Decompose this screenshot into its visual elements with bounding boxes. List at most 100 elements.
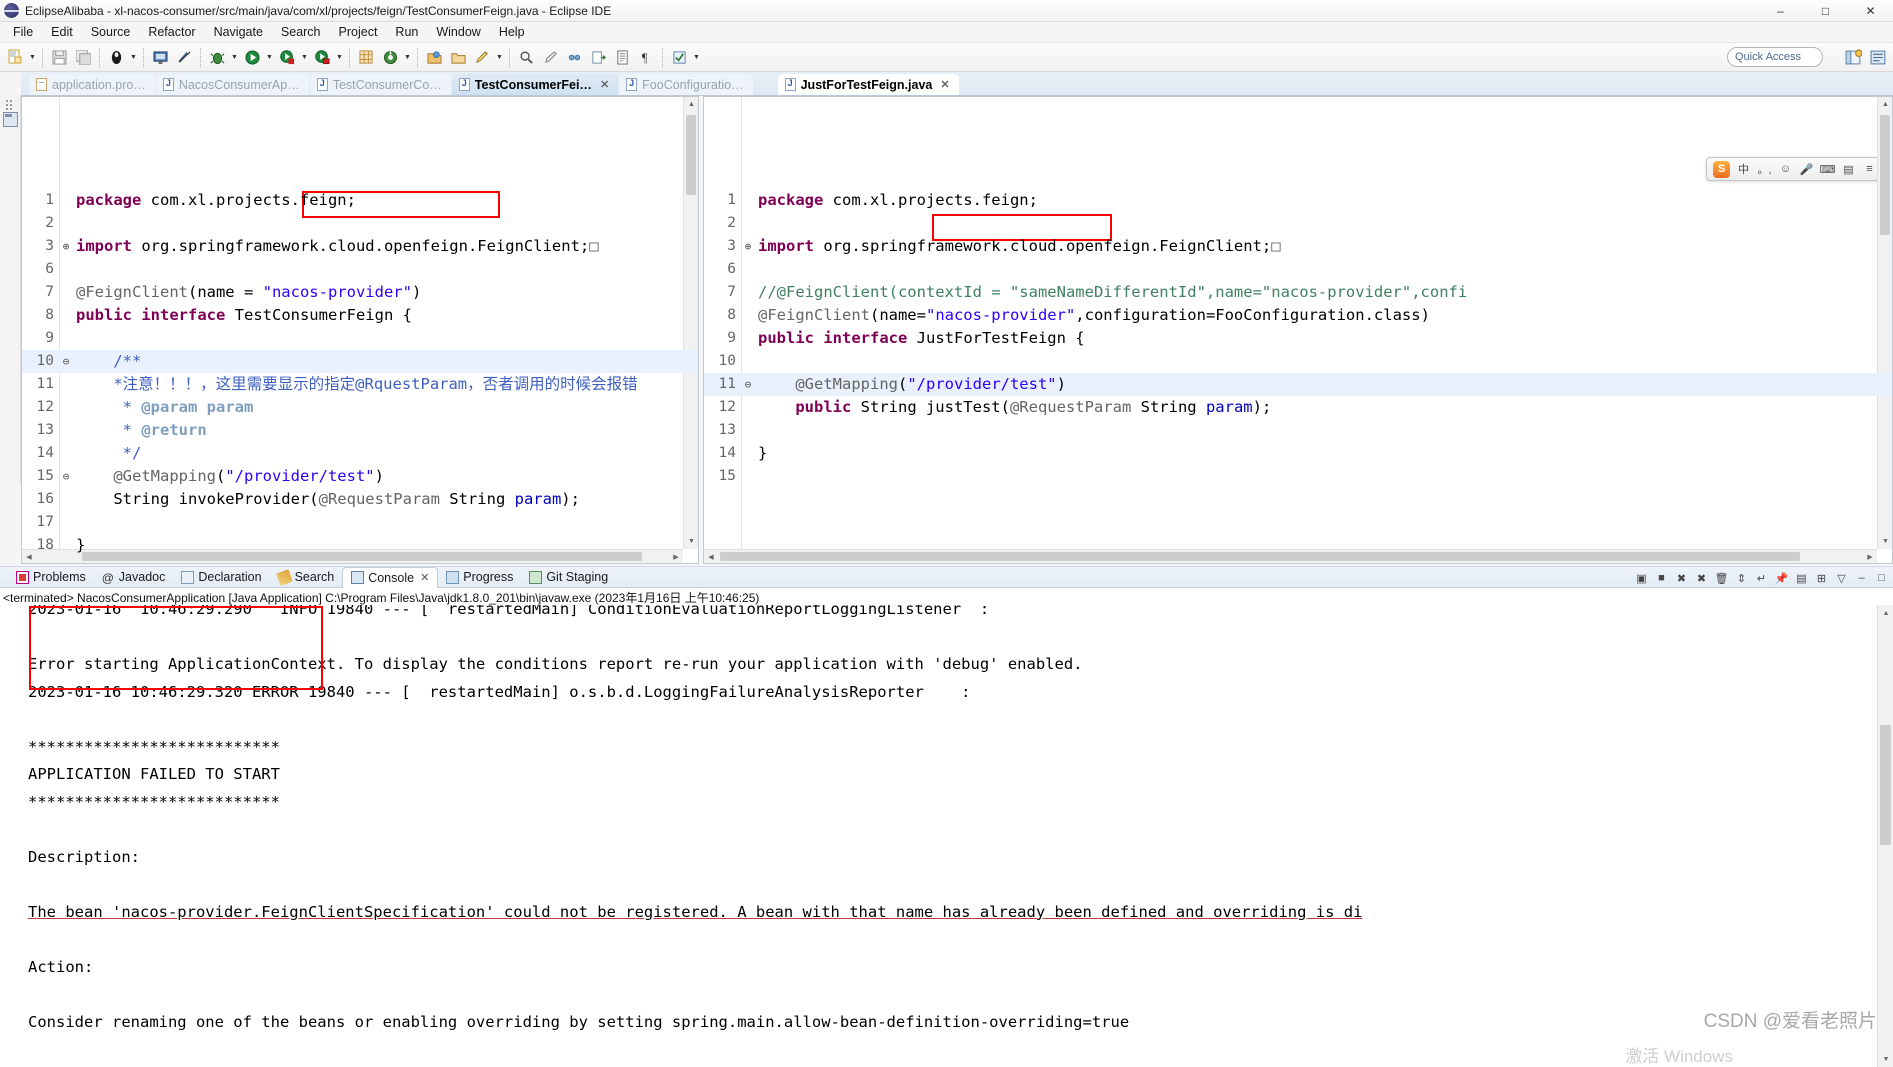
new-file-dropdown-arrow[interactable]: ▼ — [27, 46, 38, 69]
close-button[interactable]: ✕ — [1848, 0, 1893, 22]
save-all-icon[interactable] — [72, 46, 94, 69]
menu-icon[interactable]: ≡ — [1862, 162, 1877, 177]
fold-marker-icon[interactable]: ⊖ — [60, 350, 72, 373]
next-edit-icon[interactable] — [587, 46, 609, 69]
scrollbar-thumb[interactable] — [720, 552, 1800, 561]
new-class-icon[interactable] — [379, 46, 401, 69]
editor-tab-application-properties[interactable]: application.pro… — [29, 74, 155, 95]
open-console-icon[interactable]: ⊞ — [1812, 569, 1831, 588]
run-external-dropdown-arrow[interactable]: ▼ — [299, 46, 310, 69]
link-icon[interactable] — [563, 46, 585, 69]
display-selected-console-icon[interactable]: ▤ — [1792, 569, 1811, 588]
scroll-up-arrow-icon[interactable]: ▲ — [684, 97, 698, 112]
scroll-left-arrow-icon[interactable]: ◀ — [704, 550, 718, 563]
run-secure-icon[interactable] — [311, 46, 333, 69]
fold-marker-icon[interactable]: ⊕ — [742, 235, 754, 258]
open-type-icon[interactable] — [423, 46, 445, 69]
drag-grip-icon[interactable] — [5, 99, 16, 114]
bottom-tab-search[interactable]: Search — [270, 567, 343, 588]
pilcrow-icon[interactable]: ¶ — [635, 46, 657, 69]
remove-all-terminated-icon[interactable]: ✖ — [1692, 569, 1711, 588]
bottom-tab-git-staging[interactable]: Git Staging — [521, 567, 616, 588]
scroll-down-arrow-icon[interactable]: ▼ — [1878, 1051, 1893, 1067]
menu-file[interactable]: File — [4, 23, 42, 41]
toolbox-icon[interactable]: ▤ — [1841, 162, 1856, 177]
console-vertical-scrollbar[interactable]: ▲ ▼ — [1877, 605, 1893, 1067]
bottom-tab-javadoc[interactable]: Javadoc — [94, 567, 174, 588]
java-perspective-icon[interactable] — [1867, 46, 1889, 68]
new-class-dropdown-arrow[interactable]: ▼ — [402, 46, 413, 69]
maximize-icon[interactable]: □ — [1872, 569, 1891, 588]
editor-tab-nacos-consumer-application[interactable]: NacosConsumerAp… — [155, 74, 309, 95]
menu-search[interactable]: Search — [272, 23, 330, 41]
console-icon[interactable] — [149, 46, 171, 69]
chinese-mode-icon[interactable]: 中 — [1736, 162, 1751, 177]
close-tab-icon[interactable]: ✕ — [600, 78, 609, 91]
menu-window[interactable]: Window — [427, 23, 489, 41]
pencil-icon[interactable] — [539, 46, 561, 69]
sogou-ime-logo-icon[interactable] — [1713, 160, 1730, 178]
scrollbar-thumb[interactable] — [686, 115, 696, 195]
task-repository-icon[interactable] — [668, 46, 690, 69]
terminate-icon[interactable]: ■ — [1652, 569, 1671, 588]
toggle-block-icon[interactable] — [611, 46, 633, 69]
microphone-icon[interactable]: 🎤 — [1799, 162, 1814, 177]
debug-icon[interactable] — [206, 46, 228, 69]
remove-launch-icon[interactable]: ✖ — [1672, 569, 1691, 588]
scroll-up-arrow-icon[interactable]: ▲ — [1878, 605, 1893, 621]
code-viewport-left[interactable]: 1 package com.xl.projects.feign; 2 3 ⊕ import… — [22, 97, 698, 563]
quick-access-input[interactable]: Quick Access — [1727, 47, 1823, 67]
new-file-icon[interactable] — [4, 46, 26, 69]
bottom-tab-problems[interactable]: Problems — [8, 567, 94, 588]
run-secure-dropdown-arrow[interactable]: ▼ — [334, 46, 345, 69]
close-tab-icon[interactable]: ✕ — [940, 78, 949, 91]
input-method-floating-toolbar[interactable]: 中 。, ☺ 🎤 ⌨ ▤ ≡ — [1706, 157, 1884, 181]
fold-marker-icon[interactable]: ⊖ — [742, 373, 754, 396]
menu-run[interactable]: Run — [386, 23, 427, 41]
minimize-button[interactable]: – — [1758, 0, 1803, 22]
menu-help[interactable]: Help — [490, 23, 534, 41]
open-perspective-icon[interactable] — [1842, 46, 1864, 68]
scroll-down-arrow-icon[interactable]: ▼ — [1878, 534, 1892, 549]
edit-icon[interactable] — [471, 46, 493, 69]
task-repository-dropdown-arrow[interactable]: ▼ — [691, 46, 702, 69]
minimize-icon[interactable]: – — [1852, 569, 1871, 588]
keyboard-icon[interactable]: ⌨ — [1820, 162, 1836, 177]
search-icon[interactable] — [515, 46, 537, 69]
pin-console-icon[interactable]: 📌 — [1772, 569, 1791, 588]
maximize-button[interactable]: □ — [1803, 0, 1848, 22]
coverage-dropdown-arrow[interactable]: ▼ — [128, 46, 139, 69]
scrollbar-thumb[interactable] — [1880, 725, 1891, 845]
run-external-icon[interactable] — [276, 46, 298, 69]
view-menu-icon[interactable]: ▽ — [1832, 569, 1851, 588]
debug-dropdown-arrow[interactable]: ▼ — [229, 46, 240, 69]
editor-tab-test-consumer-controller[interactable]: TestConsumerCo… — [309, 74, 451, 95]
word-wrap-icon[interactable]: ↵ — [1752, 569, 1771, 588]
run-icon[interactable] — [241, 46, 263, 69]
open-task-icon[interactable] — [447, 46, 469, 69]
menu-source[interactable]: Source — [82, 23, 140, 41]
menu-navigate[interactable]: Navigate — [205, 23, 272, 41]
scroll-up-arrow-icon[interactable]: ▲ — [1878, 97, 1892, 112]
new-package-icon[interactable] — [355, 46, 377, 69]
bottom-tab-progress[interactable]: Progress — [438, 567, 521, 588]
no-annotation-icon[interactable] — [173, 46, 195, 69]
editor-horizontal-scrollbar-right[interactable]: ◀ ▶ — [704, 549, 1877, 563]
punctuation-icon[interactable]: 。, — [1757, 162, 1772, 177]
console-output[interactable]: 2023-01-16 10:46:29.290 INFO 19840 --- [… — [0, 605, 1877, 1067]
run-dropdown-arrow[interactable]: ▼ — [264, 46, 275, 69]
clear-console-icon[interactable]: 🗑 — [1712, 569, 1731, 588]
coverage-icon[interactable] — [105, 46, 127, 69]
fold-marker-icon[interactable]: ⊕ — [60, 235, 72, 258]
menu-refactor[interactable]: Refactor — [139, 23, 204, 41]
restore-view-icon[interactable] — [2, 112, 18, 127]
bottom-tab-console[interactable]: Console ✕ — [342, 566, 439, 588]
edit-dropdown-arrow[interactable]: ▼ — [494, 46, 505, 69]
save-icon[interactable] — [48, 46, 70, 69]
editor-tab-just-for-test-feign[interactable]: JustForTestFeign.java ✕ — [777, 74, 959, 95]
scroll-right-arrow-icon[interactable]: ▶ — [1863, 550, 1877, 563]
bottom-tab-declaration[interactable]: Declaration — [173, 567, 269, 588]
menu-edit[interactable]: Edit — [42, 23, 82, 41]
close-tab-icon[interactable]: ✕ — [420, 571, 429, 584]
scroll-lock-icon[interactable]: ⇕ — [1732, 569, 1751, 588]
